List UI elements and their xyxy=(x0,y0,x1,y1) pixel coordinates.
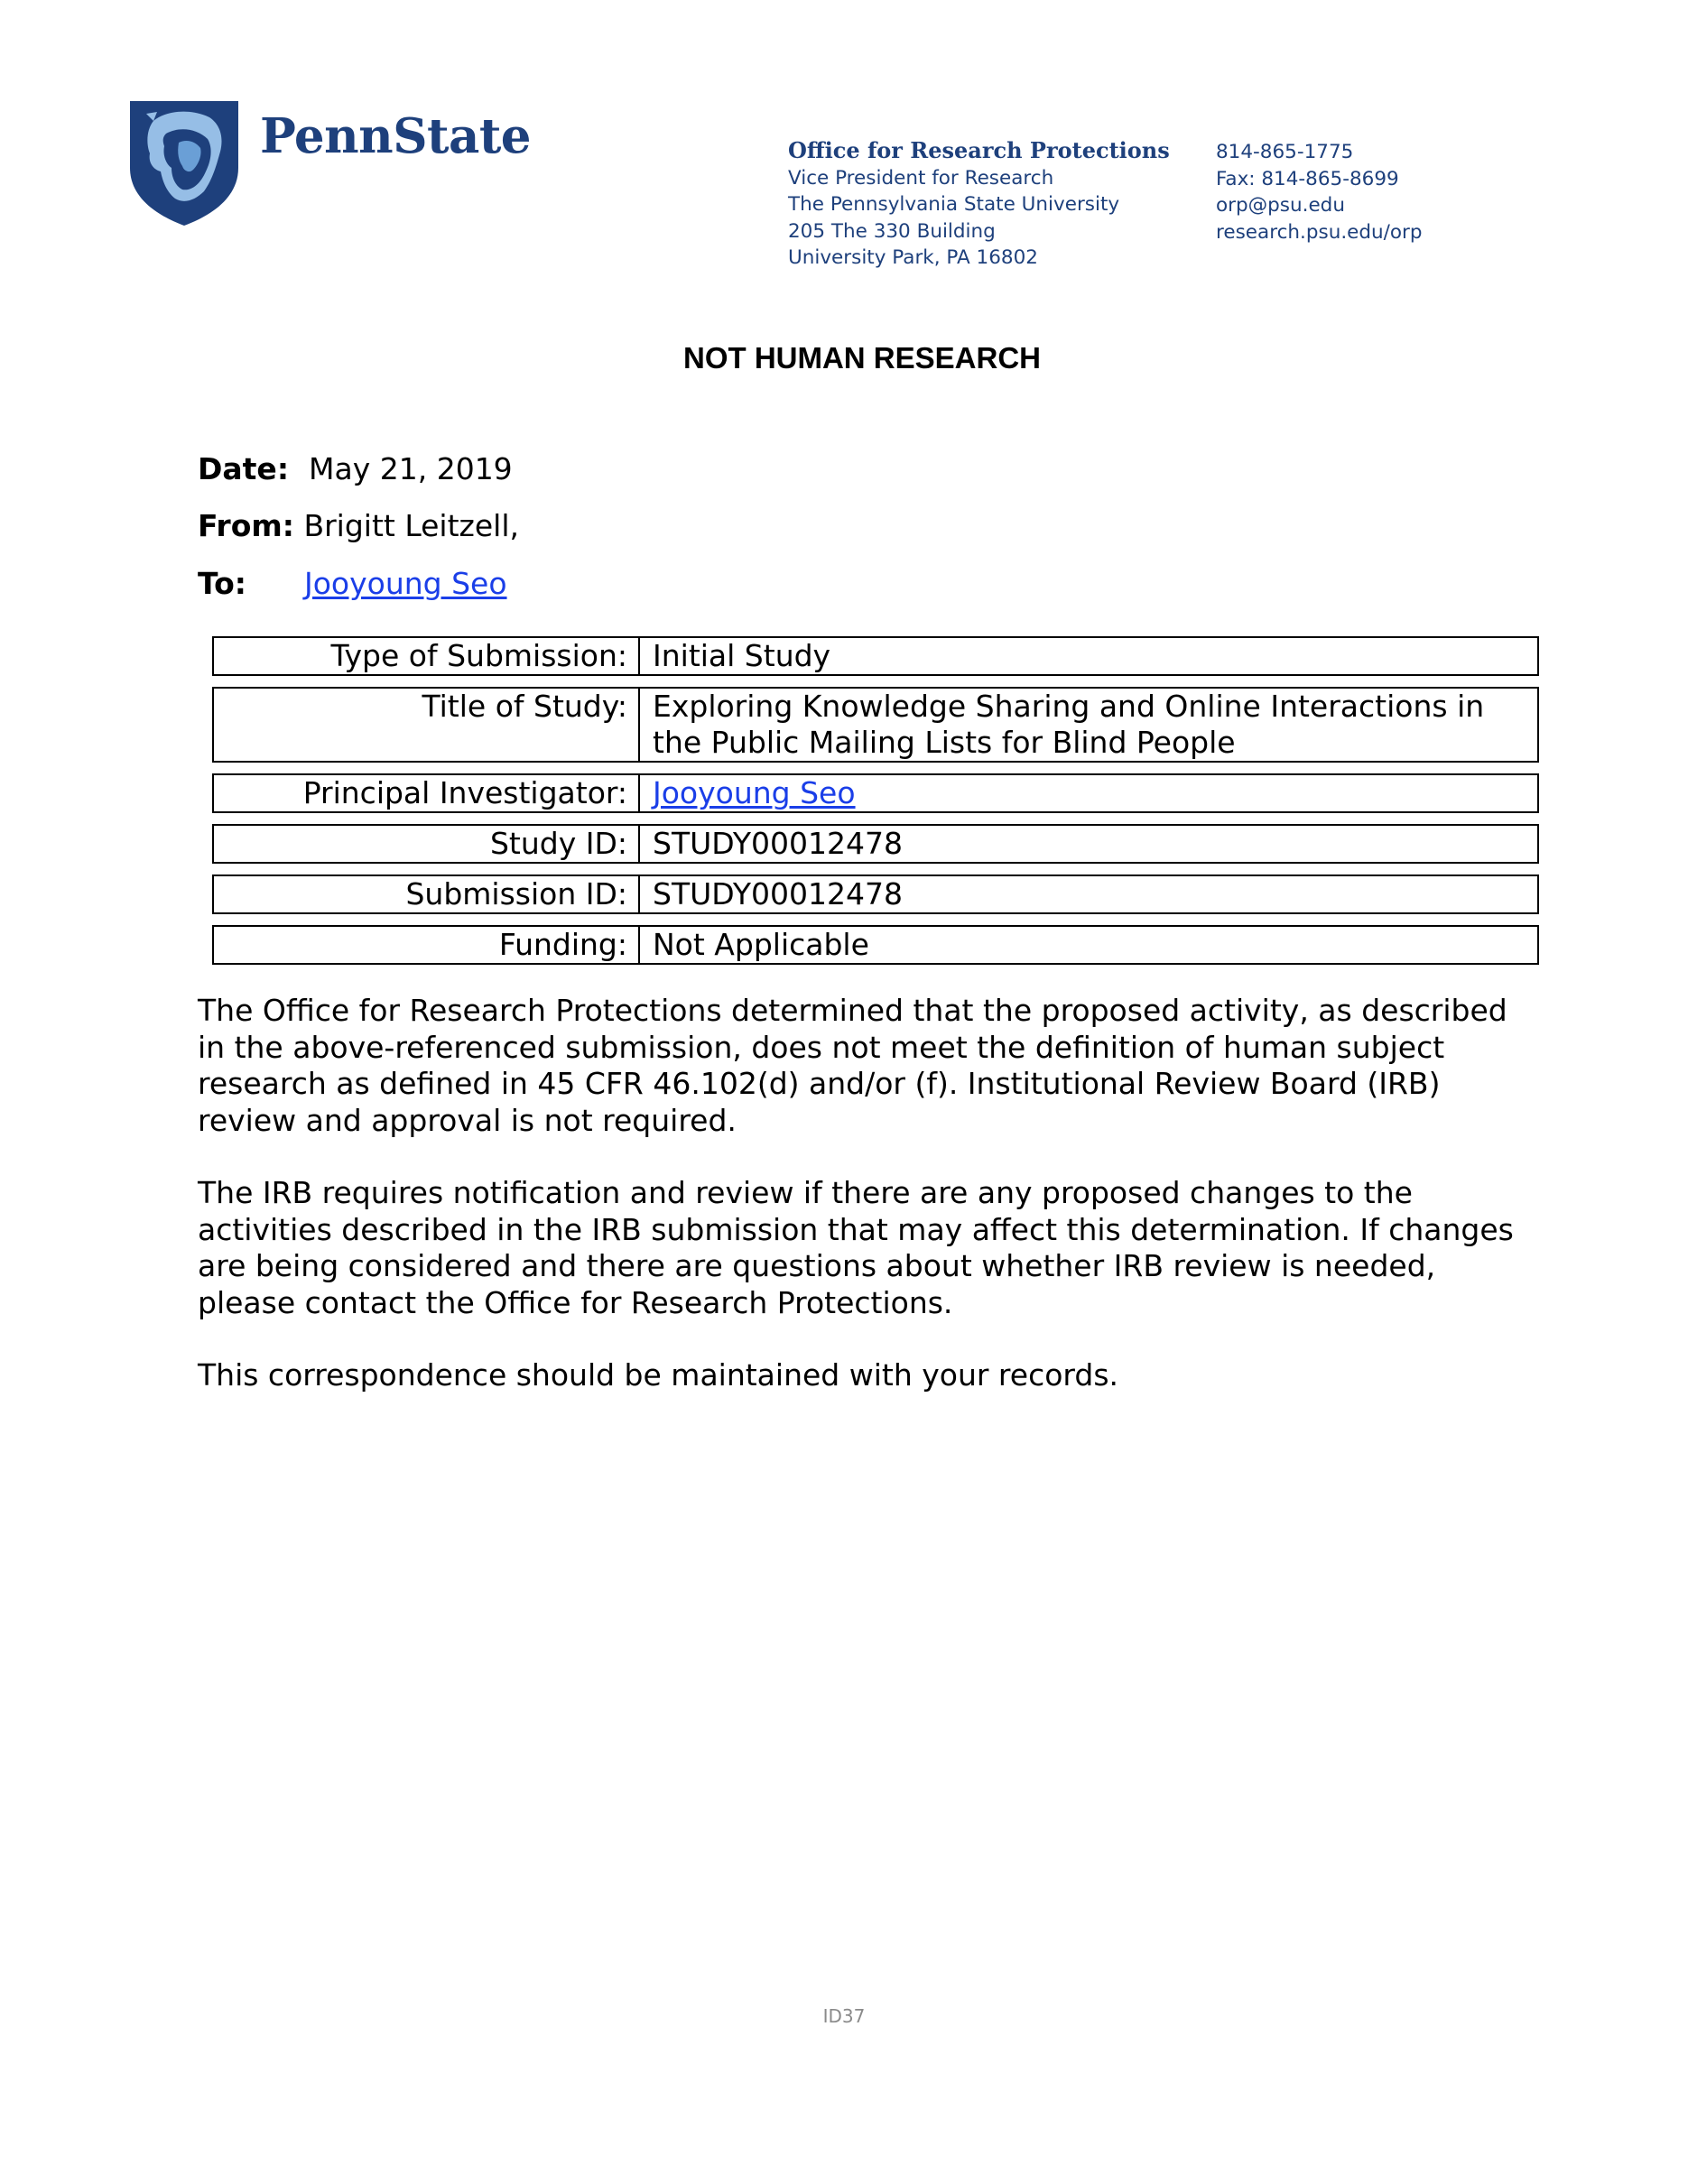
from-value: Brigitt Leitzell, xyxy=(303,508,519,543)
paragraph-determination: The Office for Research Protections dete… xyxy=(198,993,1507,1138)
detail-row-study-id: Study ID: STUDY00012478 xyxy=(212,824,1539,864)
paragraph-records: This correspondence should be maintained… xyxy=(198,1357,1119,1393)
page-footer-id: ID37 xyxy=(822,2005,866,2027)
from-label: From: xyxy=(198,508,294,543)
address-line-4: University Park, PA 16802 xyxy=(788,246,1038,269)
detail-label: Study ID: xyxy=(214,826,640,862)
contact-email: orp@psu.edu xyxy=(1216,194,1345,217)
meta-to: To: Jooyoung Seo xyxy=(198,566,507,601)
detail-value: STUDY00012478 xyxy=(653,876,903,912)
penn-state-logo: PennState xyxy=(126,97,532,227)
address-line-3: 205 The 330 Building xyxy=(788,219,996,243)
investigator-link[interactable]: Jooyoung Seo xyxy=(653,775,856,810)
office-name: Office for Research Protections xyxy=(788,137,1170,163)
to-label: To: xyxy=(198,566,246,601)
detail-row-submission-type: Type of Submission: Initial Study xyxy=(212,636,1539,676)
document-title: NOT HUMAN RESEARCH xyxy=(683,341,1041,375)
address-line-2: The Pennsylvania State University xyxy=(788,193,1120,216)
submission-details-table: Type of Submission: Initial Study Title … xyxy=(212,636,1539,976)
paragraph-notification: The IRB requires notification and review… xyxy=(198,1175,1514,1320)
contact-fax: Fax: 814-865-8699 xyxy=(1216,167,1399,190)
detail-value: Not Applicable xyxy=(653,927,869,962)
detail-value: Initial Study xyxy=(653,638,831,673)
detail-row-submission-id: Submission ID: STUDY00012478 xyxy=(212,875,1539,914)
detail-label: Type of Submission: xyxy=(214,638,640,674)
detail-label: Title of Study: xyxy=(214,689,640,761)
meta-from: From: Brigitt Leitzell, xyxy=(198,508,519,543)
date-label: Date: xyxy=(198,451,290,486)
contact-website: research.psu.edu/orp xyxy=(1216,220,1423,244)
to-recipient-link[interactable]: Jooyoung Seo xyxy=(304,566,507,601)
letter-body: The Office for Research Protections dete… xyxy=(198,993,1525,1430)
detail-value: Exploring Knowledge Sharing and Online I… xyxy=(653,689,1485,760)
date-value: May 21, 2019 xyxy=(309,451,513,486)
detail-value: STUDY00012478 xyxy=(653,826,903,861)
office-contact-block: 814-865-1775 Fax: 814-865-8699 orp@psu.e… xyxy=(1216,139,1423,245)
contact-phone: 814-865-1775 xyxy=(1216,141,1354,163)
office-address-block: Office for Research Protections Vice Pre… xyxy=(788,137,1170,272)
penn-state-wordmark: PennState xyxy=(260,108,532,164)
detail-label: Submission ID: xyxy=(214,876,640,912)
detail-value: Jooyoung Seo xyxy=(640,775,1537,811)
detail-row-principal-investigator: Principal Investigator: Jooyoung Seo xyxy=(212,773,1539,813)
nittany-lion-shield-icon xyxy=(130,101,238,226)
detail-label: Principal Investigator: xyxy=(214,775,640,811)
address-line-1: Vice President for Research xyxy=(788,166,1054,190)
detail-label: Funding: xyxy=(214,927,640,963)
detail-row-study-title: Title of Study: Exploring Knowledge Shar… xyxy=(212,687,1539,763)
detail-row-funding: Funding: Not Applicable xyxy=(212,925,1539,965)
meta-date: Date: May 21, 2019 xyxy=(198,451,513,486)
